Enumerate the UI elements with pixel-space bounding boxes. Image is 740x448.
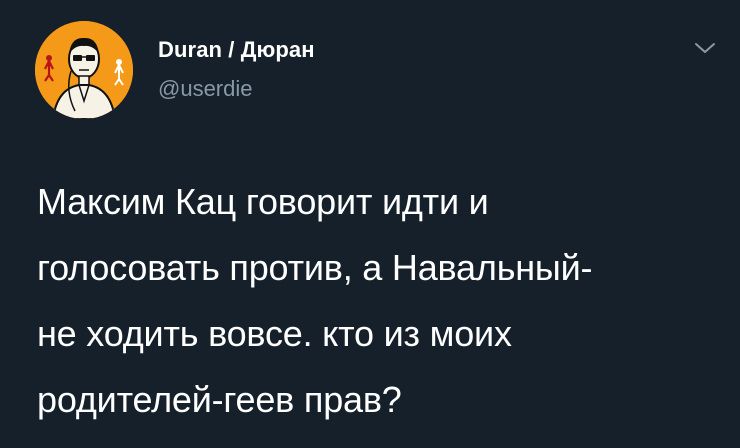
author-handle[interactable]: @userdie — [158, 76, 253, 102]
author-avatar[interactable] — [35, 21, 133, 119]
tweet-card: Duran / Дюран @userdie Максим Кац говори… — [0, 0, 740, 448]
tweet-text: Максим Кац говорит идти и голосовать про… — [37, 181, 593, 420]
tweet-menu-button[interactable] — [692, 38, 718, 58]
chevron-down-icon — [695, 43, 715, 53]
avatar-portrait-icon — [35, 21, 133, 119]
author-display-name[interactable]: Duran / Дюран — [158, 37, 315, 63]
